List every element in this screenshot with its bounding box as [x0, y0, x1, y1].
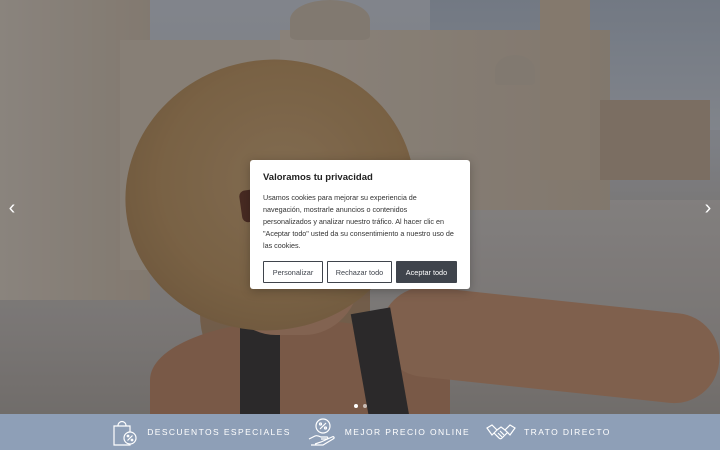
reject-all-button[interactable]: Rechazar todo [327, 261, 392, 283]
carousel-dots [354, 404, 367, 408]
carousel-dot[interactable] [363, 404, 367, 408]
hand-percent-icon [307, 417, 337, 447]
dialog-title: Valoramos tu privacidad [263, 172, 373, 183]
chevron-right-icon[interactable]: › [698, 196, 718, 220]
features-bar: Descuentos especiales Mejor precio onlin… [0, 414, 720, 450]
feature-label: Trato directo [524, 427, 611, 437]
feature-label: Descuentos especiales [147, 427, 291, 437]
cookie-consent-dialog: Valoramos tu privacidad Usamos cookies p… [250, 160, 470, 289]
feature-item: Descuentos especiales [109, 417, 291, 447]
chevron-left-icon[interactable]: ‹ [2, 196, 22, 220]
shopping-bag-percent-icon [109, 417, 139, 447]
handshake-icon [486, 417, 516, 447]
dialog-buttons: Personalizar Rechazar todo Aceptar todo [263, 261, 457, 283]
feature-item: Mejor precio online [307, 417, 470, 447]
accept-all-button[interactable]: Aceptar todo [396, 261, 457, 283]
feature-label: Mejor precio online [344, 427, 471, 437]
personalize-button[interactable]: Personalizar [263, 261, 323, 283]
feature-item: Trato directo [486, 417, 611, 447]
dialog-text: Usamos cookies para mejorar su experienc… [263, 193, 454, 250]
carousel-dot[interactable] [354, 404, 358, 408]
